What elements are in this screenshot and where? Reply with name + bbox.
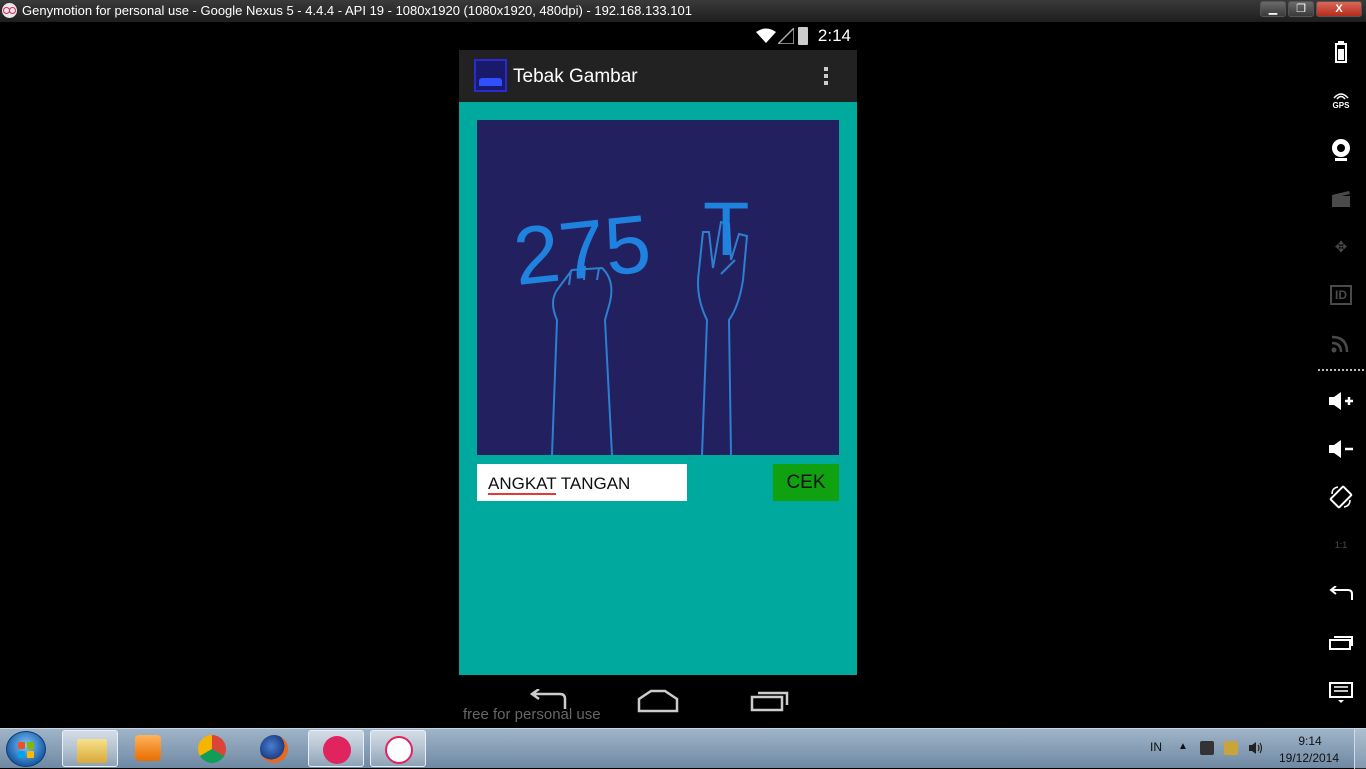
move-icon: ✥ xyxy=(1334,239,1348,256)
android-status-bar: 2:14 xyxy=(459,24,857,50)
answer-word-2: TANGAN xyxy=(556,474,631,493)
check-button[interactable]: CEK xyxy=(773,464,839,501)
network-icon[interactable] xyxy=(1200,741,1214,755)
answer-word-1: ANGKAT xyxy=(488,474,557,495)
app-title: Tebak Gambar xyxy=(513,66,638,87)
watermark-text: free for personal use xyxy=(463,706,601,723)
app-content: 275 T ANGKAT TANGAN CEK xyxy=(459,102,857,675)
show-hidden-icons-icon[interactable]: ▲ xyxy=(1178,741,1188,752)
nav-home-icon[interactable] xyxy=(637,689,679,713)
genymotion-sidebar: GPS ✥ ID 1:1 xyxy=(1316,22,1366,728)
window-titlebar: Genymotion for personal use - Google Nex… xyxy=(0,0,1366,22)
volume-up-icon[interactable] xyxy=(1325,385,1357,417)
wifi-icon xyxy=(756,28,776,43)
show-desktop-button[interactable] xyxy=(1354,729,1366,769)
taskbar-genymotion[interactable] xyxy=(308,730,364,767)
nav-recent-apps-icon[interactable] xyxy=(749,689,791,713)
sidebar-separator xyxy=(1318,369,1364,371)
overflow-menu-icon[interactable] xyxy=(819,64,833,90)
genymotion-player-icon xyxy=(385,736,413,764)
windows-explorer-icon xyxy=(77,739,107,763)
menu-icon[interactable] xyxy=(1325,676,1357,708)
screencast-icon xyxy=(1325,183,1357,215)
answer-input[interactable]: ANGKAT TANGAN xyxy=(477,464,687,501)
firefox-icon xyxy=(260,735,288,763)
webcam-icon[interactable] xyxy=(1325,134,1357,166)
close-button[interactable]: X xyxy=(1316,1,1362,17)
volume-down-icon[interactable] xyxy=(1325,433,1357,465)
puzzle-number-text: 275 xyxy=(509,198,655,303)
rss-icon xyxy=(1325,327,1357,359)
action-center-icon[interactable] xyxy=(1224,741,1238,755)
taskbar-genymotion-player[interactable] xyxy=(370,730,426,767)
genymotion-icon xyxy=(323,736,351,764)
rotate-icon[interactable] xyxy=(1325,481,1357,513)
taskbar-firefox[interactable] xyxy=(246,730,302,767)
back-icon[interactable] xyxy=(1325,578,1357,610)
windows-taskbar: IN ▲ 9:14 19/12/2014 xyxy=(0,728,1366,769)
app-logo-icon xyxy=(474,59,507,92)
puzzle-letter-text: T xyxy=(703,187,749,272)
signal-icon xyxy=(778,28,794,44)
taskbar-windows-explorer[interactable] xyxy=(62,730,118,767)
status-clock: 2:14 xyxy=(817,26,851,45)
genymotion-logo-icon xyxy=(2,3,17,18)
id-icon: ID xyxy=(1325,279,1357,311)
taskbar-media-player[interactable] xyxy=(121,730,177,767)
battery-status-icon xyxy=(798,27,808,45)
battery-icon[interactable] xyxy=(1325,36,1357,68)
taskbar-clock-time[interactable]: 9:14 xyxy=(1290,734,1330,748)
start-button[interactable] xyxy=(6,731,46,767)
chrome-icon xyxy=(198,735,226,763)
recent-apps-icon[interactable] xyxy=(1325,627,1357,659)
minimize-button[interactable]: ▁ xyxy=(1260,1,1286,17)
media-player-icon xyxy=(135,735,161,761)
maximize-button[interactable]: ❐ xyxy=(1288,1,1314,17)
speaker-icon[interactable] xyxy=(1248,741,1263,755)
language-indicator[interactable]: IN xyxy=(1150,740,1162,754)
window-title: Genymotion for personal use - Google Nex… xyxy=(22,3,692,18)
gps-icon[interactable]: GPS xyxy=(1325,85,1357,117)
app-action-bar: Tebak Gambar xyxy=(459,50,857,102)
puzzle-image: 275 T xyxy=(477,120,839,455)
taskbar-chrome[interactable] xyxy=(184,730,240,767)
scale-icon: 1:1 xyxy=(1334,540,1348,550)
taskbar-clock-date[interactable]: 19/12/2014 xyxy=(1278,751,1340,765)
